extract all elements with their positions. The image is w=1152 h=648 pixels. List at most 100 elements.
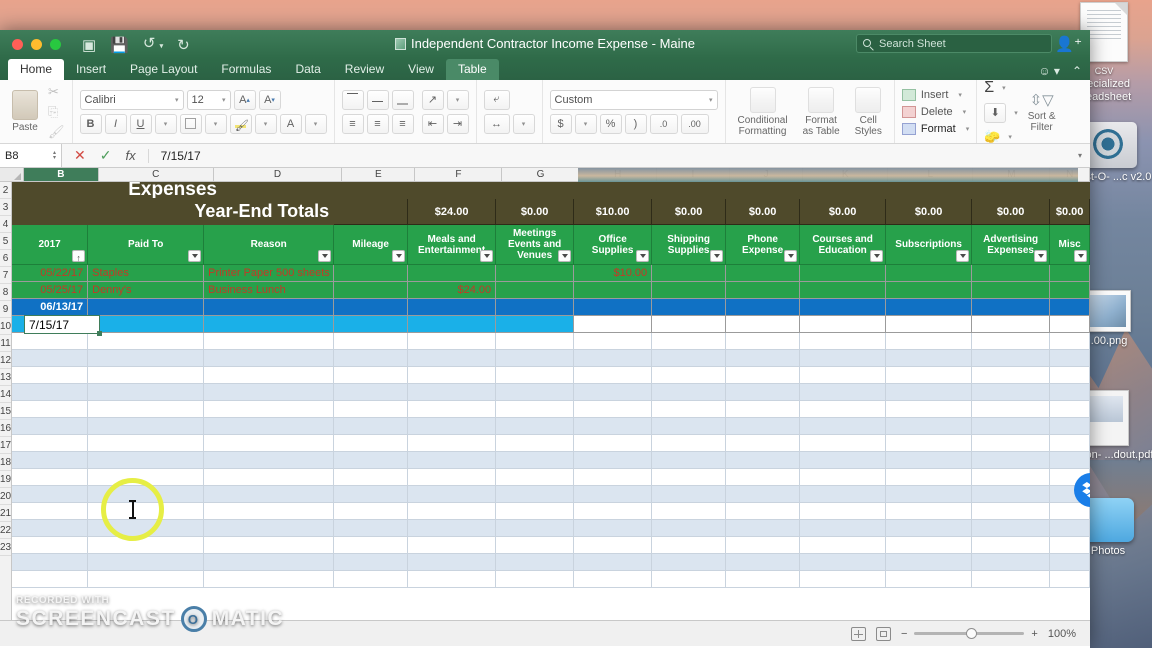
cell-K8[interactable] — [800, 316, 886, 333]
cell-M20[interactable] — [972, 520, 1050, 537]
cell-K16[interactable] — [800, 452, 886, 469]
cell-C11[interactable] — [88, 367, 204, 384]
smiley-feedback-icon[interactable]: ☺ ▾ — [1038, 64, 1060, 78]
cell-H12[interactable] — [574, 384, 652, 401]
cell-B13[interactable] — [12, 401, 88, 418]
row-header-2[interactable]: 2 — [0, 182, 11, 199]
eraser-icon[interactable]: 🧽 — [984, 129, 1000, 145]
row-header-8[interactable]: 8 — [0, 284, 11, 301]
cell-F12[interactable] — [408, 384, 496, 401]
cell-E20[interactable] — [334, 520, 408, 537]
cell-F14[interactable] — [408, 418, 496, 435]
cell-M21[interactable] — [972, 537, 1050, 554]
zoom-out-button[interactable]: − — [901, 628, 907, 640]
filter-dropdown-icon[interactable] — [636, 250, 649, 262]
select-all-corner[interactable] — [0, 168, 24, 181]
table-header-L[interactable]: Subscriptions — [886, 225, 972, 265]
increase-indent-icon[interactable]: ⇥ — [447, 114, 469, 134]
cell-E9[interactable] — [334, 333, 408, 350]
sort-ascending-icon[interactable] — [72, 250, 85, 262]
tab-view[interactable]: View — [396, 59, 446, 80]
cell-J13[interactable] — [726, 401, 800, 418]
name-box[interactable]: B8 ▴▾ — [0, 144, 62, 167]
cell-L10[interactable] — [886, 350, 972, 367]
cell-J23[interactable] — [726, 571, 800, 588]
cell-D10[interactable] — [204, 350, 334, 367]
cell-H6[interactable] — [574, 282, 652, 299]
cell-L12[interactable] — [886, 384, 972, 401]
cell-I18[interactable] — [652, 486, 726, 503]
row-header-13[interactable]: 13 — [0, 369, 11, 386]
align-top-icon[interactable]: ⎺ — [342, 90, 364, 110]
cancel-edit-icon[interactable]: ✕ — [74, 147, 86, 164]
cell-E12[interactable] — [334, 384, 408, 401]
cell-B23[interactable] — [12, 571, 88, 588]
cell-D16[interactable] — [204, 452, 334, 469]
cell-L20[interactable] — [886, 520, 972, 537]
filter-dropdown-icon[interactable] — [558, 250, 571, 262]
filter-dropdown-icon[interactable] — [870, 250, 883, 262]
cell-E11[interactable] — [334, 367, 408, 384]
cell-L8[interactable] — [886, 316, 972, 333]
cell-K23[interactable] — [800, 571, 886, 588]
cell-D18[interactable] — [204, 486, 334, 503]
cell-J7[interactable] — [726, 299, 800, 316]
tab-data[interactable]: Data — [283, 59, 332, 80]
row-header-22[interactable]: 22 — [0, 522, 11, 539]
cell-J11[interactable] — [726, 367, 800, 384]
cell-H17[interactable] — [574, 469, 652, 486]
cell-M12[interactable] — [972, 384, 1050, 401]
cell-J12[interactable] — [726, 384, 800, 401]
row-header-20[interactable]: 20 — [0, 488, 11, 505]
wrap-text-icon[interactable]: ⤶ — [484, 90, 510, 110]
row-header-5[interactable]: 5 — [0, 233, 11, 250]
font-color-dropdown[interactable]: ▾ — [305, 114, 327, 134]
cell-B20[interactable] — [12, 520, 88, 537]
cell-M16[interactable] — [972, 452, 1050, 469]
fill-down-icon[interactable]: ⬇ — [984, 103, 1006, 123]
increase-font-size-button[interactable]: A▴ — [234, 90, 256, 110]
cell-G22[interactable] — [496, 554, 574, 571]
cell-N16[interactable] — [1050, 452, 1090, 469]
cell-I21[interactable] — [652, 537, 726, 554]
cell-B18[interactable] — [12, 486, 88, 503]
cell-M14[interactable] — [972, 418, 1050, 435]
cell-B9[interactable] — [12, 333, 88, 350]
cell-E23[interactable] — [334, 571, 408, 588]
table-header-E[interactable]: Mileage — [334, 225, 408, 265]
cell-G17[interactable] — [496, 469, 574, 486]
cell-J16[interactable] — [726, 452, 800, 469]
filter-dropdown-icon[interactable] — [1034, 250, 1047, 262]
cell-H22[interactable] — [574, 554, 652, 571]
cell-I13[interactable] — [652, 401, 726, 418]
cell-J21[interactable] — [726, 537, 800, 554]
cell-I16[interactable] — [652, 452, 726, 469]
cell-N7[interactable] — [1050, 299, 1090, 316]
cell-B17[interactable] — [12, 469, 88, 486]
cell-G12[interactable] — [496, 384, 574, 401]
currency-format-button[interactable]: $ — [550, 114, 572, 134]
cell-N23[interactable] — [1050, 571, 1090, 588]
row-header-12[interactable]: 12 — [0, 352, 11, 369]
cell-D22[interactable] — [204, 554, 334, 571]
cell-E14[interactable] — [334, 418, 408, 435]
cell-H14[interactable] — [574, 418, 652, 435]
filter-dropdown-icon[interactable] — [318, 250, 331, 262]
cell-H18[interactable] — [574, 486, 652, 503]
cell-E13[interactable] — [334, 401, 408, 418]
cell-L11[interactable] — [886, 367, 972, 384]
cell-L18[interactable] — [886, 486, 972, 503]
cell-M6[interactable] — [972, 282, 1050, 299]
cell-L13[interactable] — [886, 401, 972, 418]
cell-H19[interactable] — [574, 503, 652, 520]
cell-H15[interactable] — [574, 435, 652, 452]
format-cells-button[interactable]: Format ▾ — [902, 123, 969, 135]
cell-E21[interactable] — [334, 537, 408, 554]
cell-E8[interactable] — [334, 316, 408, 333]
zoom-in-button[interactable]: + — [1031, 628, 1037, 640]
cell-B12[interactable] — [12, 384, 88, 401]
cell-C14[interactable] — [88, 418, 204, 435]
cell-I22[interactable] — [652, 554, 726, 571]
cell-F22[interactable] — [408, 554, 496, 571]
fill-color-dropdown[interactable]: ▾ — [255, 114, 277, 134]
